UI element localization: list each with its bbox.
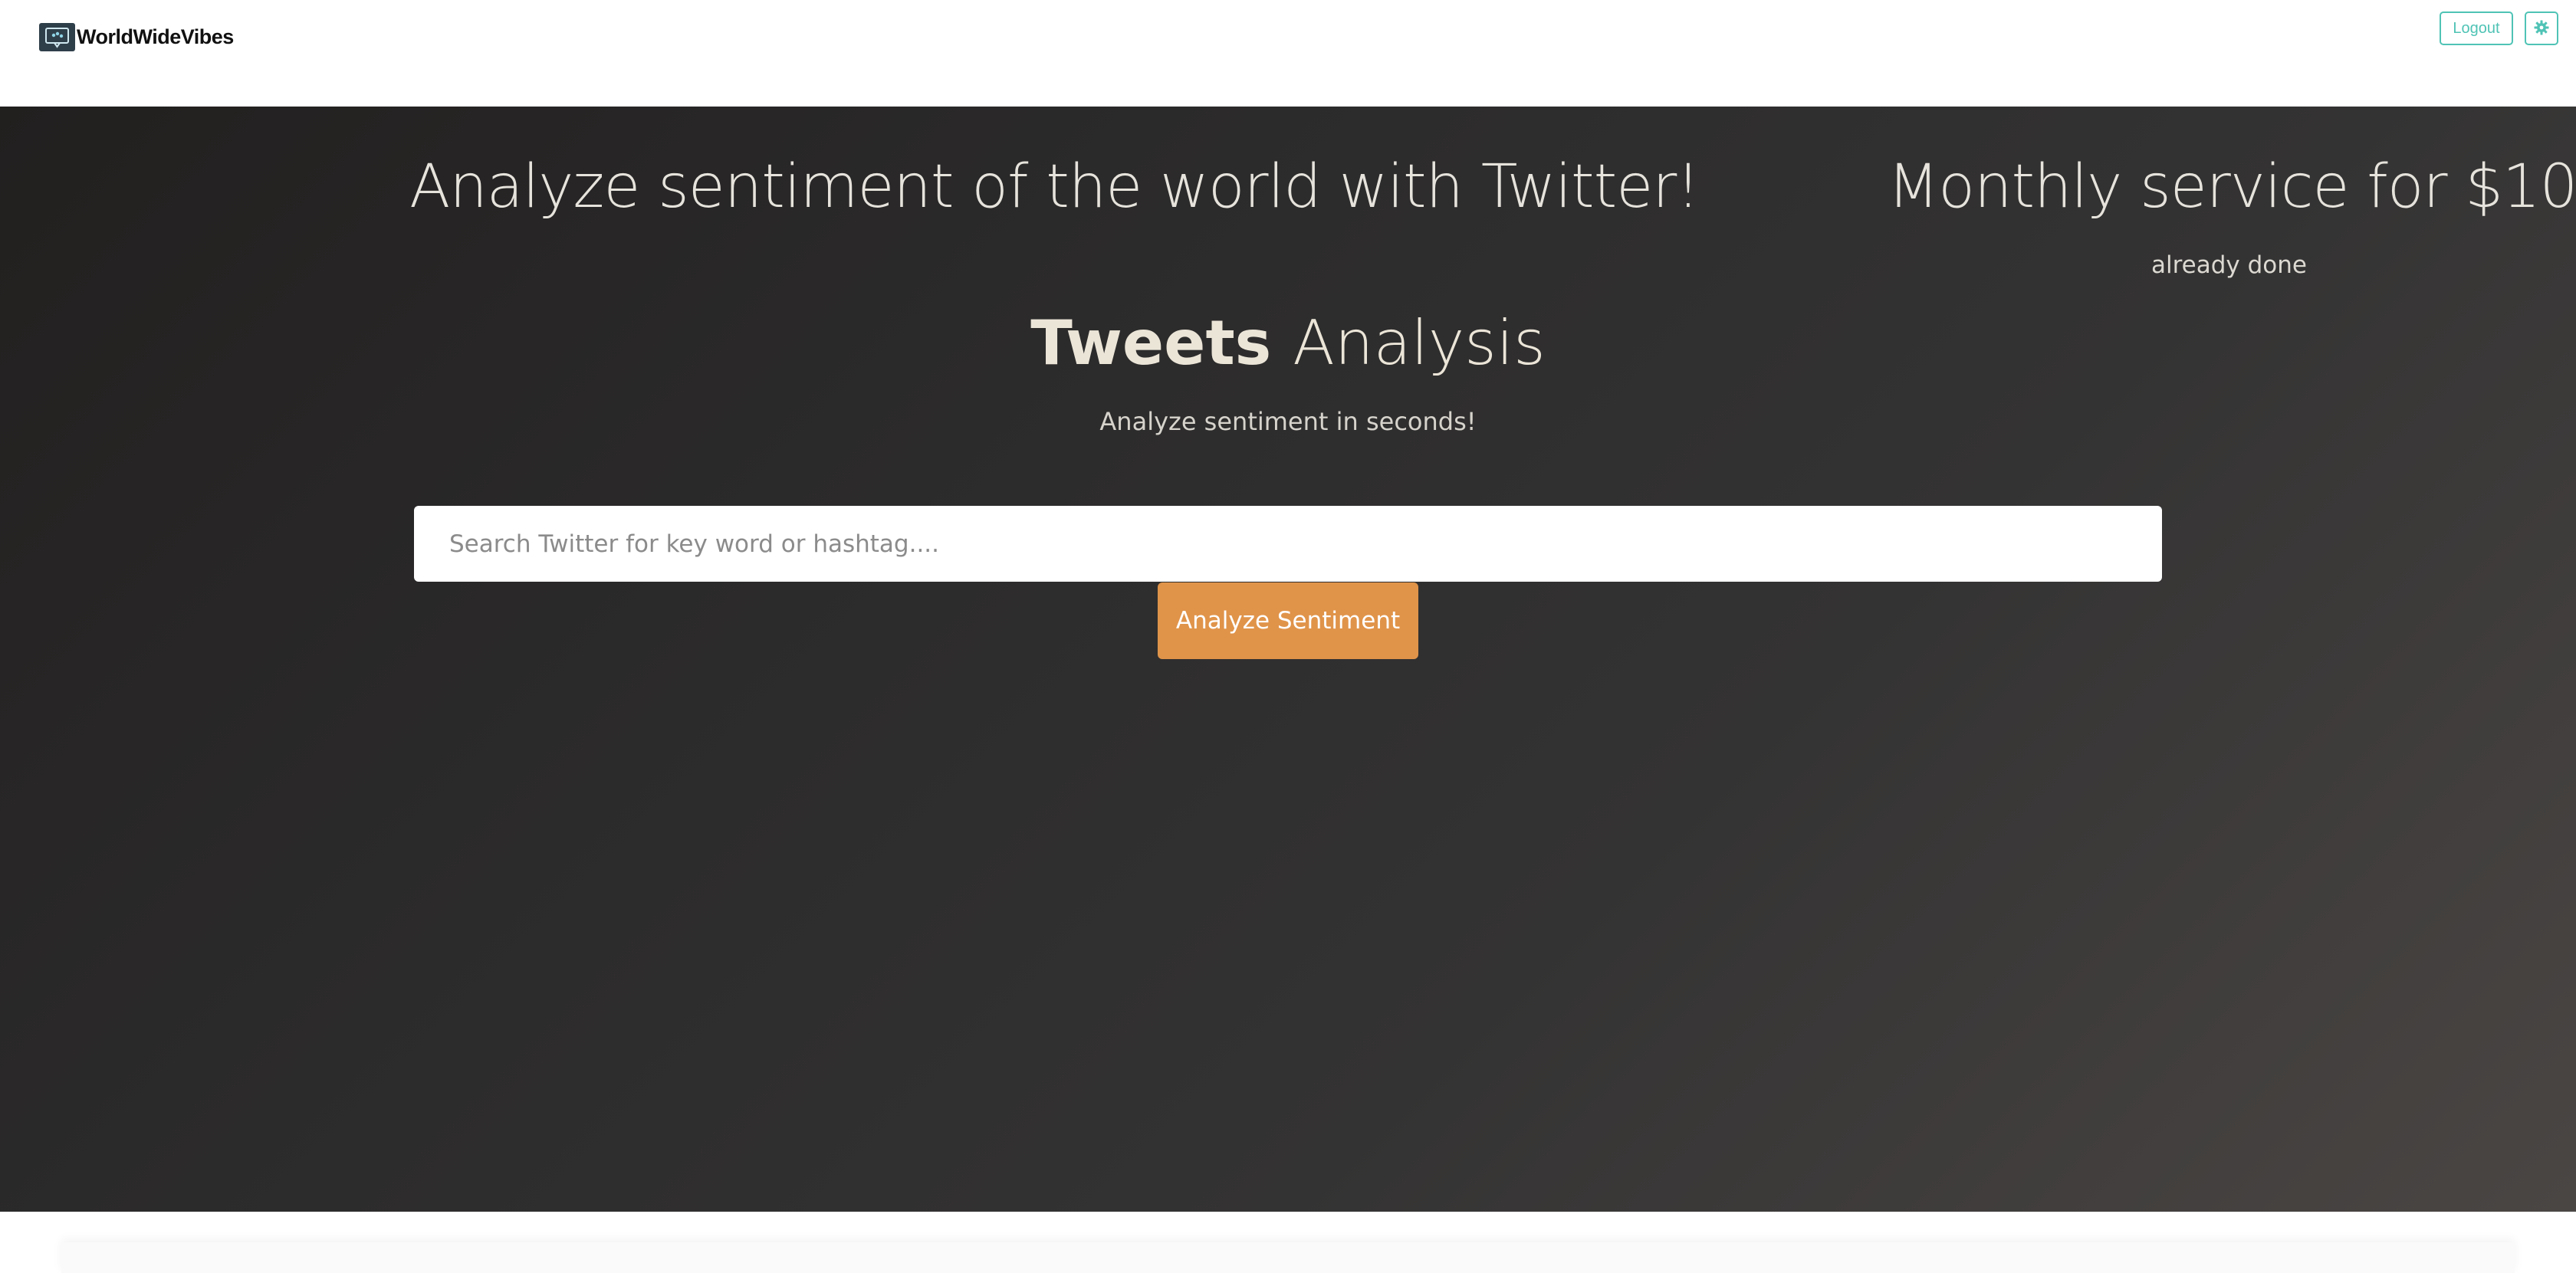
brand-link[interactable]: WorldWideVibes [39,21,234,52]
twitter-search-input[interactable] [414,506,2162,582]
title-bold-part: Tweets [1030,307,1272,379]
brand-name: WorldWideVibes [77,25,234,48]
hero-headline: Analyze sentiment of the world with Twit… [409,153,1700,221]
settings-button[interactable] [2525,11,2558,45]
subscription-status: already done [2151,251,2307,279]
logout-button[interactable]: Logout [2440,11,2513,45]
title-light-part: Analysis [1293,307,1546,379]
tweets-analysis-title: Tweets Analysis [0,307,2576,379]
hero-section: Analyze sentiment of the world with Twit… [0,107,2576,1212]
top-navbar: WorldWideVibes Logout [0,0,2576,107]
gear-icon [2534,20,2549,38]
hero-subtitle: Analyze sentiment in seconds! [1099,407,1477,436]
content-card-edge [61,1242,2515,1273]
analyze-sentiment-button[interactable]: Analyze Sentiment [1158,582,1418,659]
pricing-headline: Monthly service for $10.00 [1888,153,2576,221]
chat-monitor-icon [39,22,75,51]
page-footer-area [0,1212,2576,1273]
